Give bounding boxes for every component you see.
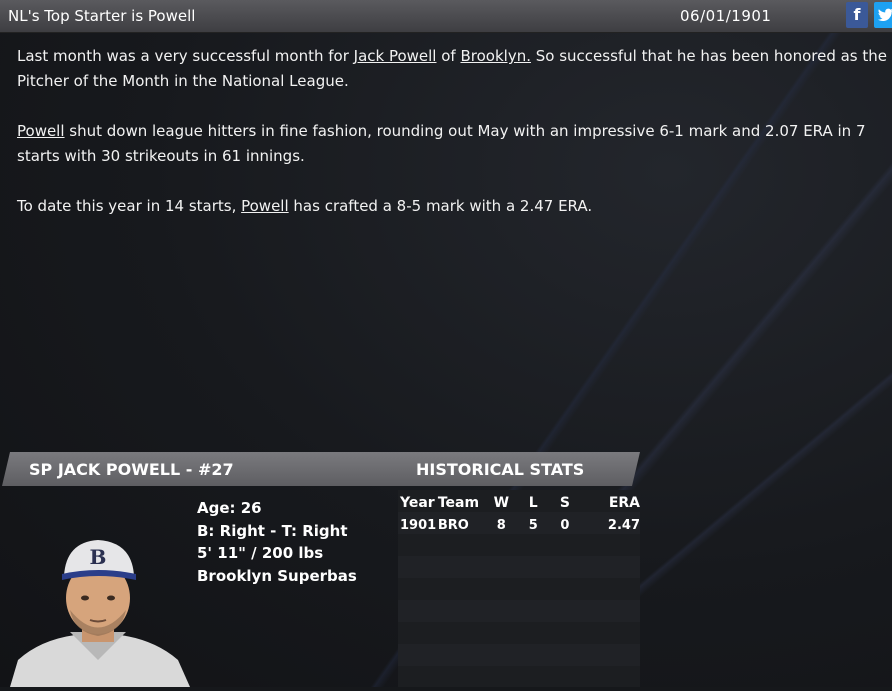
player-link[interactable]: Powell (241, 197, 289, 215)
article-paragraph-2: Powell shut down league hitters in fine … (17, 122, 866, 165)
cell-team: BRO (437, 518, 469, 533)
article-date: 06/01/1901 (680, 7, 772, 25)
player-info: Age: 26 B: Right - T: Right 5' 11" / 200… (197, 497, 357, 587)
col-era[interactable]: ERA (581, 490, 640, 516)
article-body: Last month was a very successful month f… (17, 44, 887, 244)
table-row: 1901 BRO 8 5 0 2.47 (398, 516, 640, 535)
player-team: Brooklyn Superbas (197, 566, 357, 585)
col-year[interactable]: Year (398, 490, 438, 516)
article-paragraph-1: Last month was a very successful month f… (17, 47, 887, 90)
cell-year: 1901 (400, 518, 437, 533)
historical-stats-heading: HISTORICAL STATS (416, 460, 585, 479)
player-link[interactable]: Powell (17, 122, 65, 140)
historical-stats-table: Year Team W L S ERA 1901 BRO 8 5 0 2.47 (398, 490, 640, 687)
cell-l: 5 (528, 518, 538, 533)
article-paragraph-3: To date this year in 14 starts, Powell h… (17, 197, 593, 215)
svg-text:B: B (90, 545, 107, 569)
col-l[interactable]: L (517, 490, 549, 516)
cell-w: 8 (496, 518, 506, 533)
cell-s: 0 (560, 518, 570, 533)
player-bats-throws: B: Right - T: Right (197, 521, 348, 540)
col-w[interactable]: W (485, 490, 517, 516)
stats-header-row: Year Team W L S ERA (398, 490, 640, 516)
article-title: NL's Top Starter is Powell (8, 7, 196, 25)
twitter-share-icon[interactable] (874, 2, 892, 28)
player-banner: SP JACK POWELL - #27 HISTORICAL STATS (2, 452, 640, 486)
col-team[interactable]: Team (438, 490, 485, 516)
cell-era: 2.47 (607, 518, 640, 533)
player-height-weight: 5' 11" / 200 lbs (197, 544, 324, 562)
title-bar: NL's Top Starter is Powell 06/01/1901 f (0, 0, 892, 33)
player-name-heading[interactable]: SP JACK POWELL - #27 (29, 460, 234, 479)
player-age: Age: 26 (197, 499, 262, 517)
twitter-bird-icon (878, 8, 892, 21)
player-avatar: B (10, 540, 190, 687)
col-s[interactable]: S (549, 490, 581, 516)
facebook-share-icon[interactable]: f (846, 2, 868, 28)
player-link[interactable]: Jack Powell (354, 47, 437, 65)
player-portrait[interactable]: B (0, 520, 195, 687)
team-link[interactable]: Brooklyn. (460, 47, 531, 65)
